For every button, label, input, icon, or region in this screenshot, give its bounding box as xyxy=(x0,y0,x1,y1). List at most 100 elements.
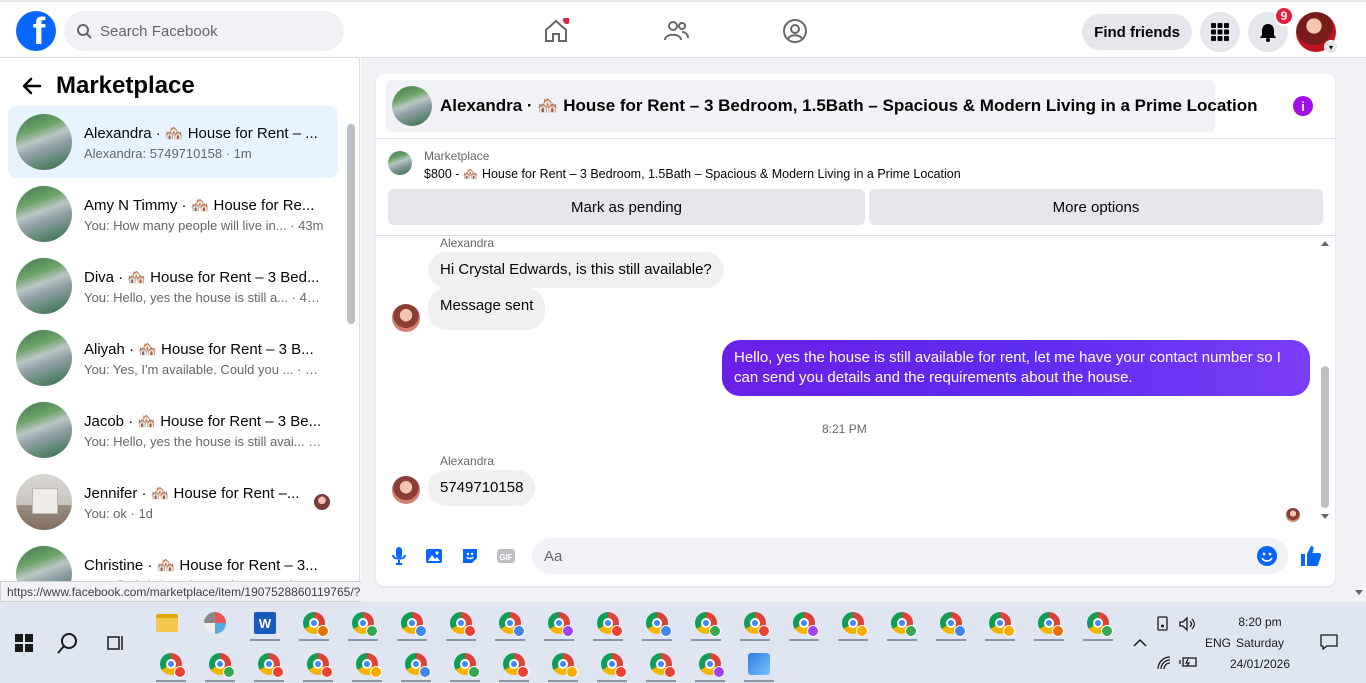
chat-title: Alexandra · 🏘️ House for Rent – 3 Bedroo… xyxy=(440,96,1258,115)
chrome-window-button[interactable] xyxy=(487,604,533,642)
chrome-window-button[interactable] xyxy=(781,604,827,642)
emoji-icon[interactable] xyxy=(1256,545,1278,567)
conversation-title: Jacob · 🏘️ House for Rent – 3 Be... xyxy=(84,412,322,430)
outgoing-message[interactable]: Hello, yes the house is still available … xyxy=(722,340,1310,396)
profile-badge-icon xyxy=(660,625,672,637)
home-icon[interactable] xyxy=(543,18,569,44)
search-input[interactable] xyxy=(100,22,320,40)
start-button[interactable] xyxy=(0,602,48,683)
scroll-up-icon[interactable] xyxy=(1321,240,1329,246)
tablet-mode-icon[interactable] xyxy=(1156,616,1170,632)
chrome-window-button[interactable] xyxy=(683,604,729,642)
profile-circle-icon[interactable] xyxy=(782,18,808,44)
conversation-title: Christine · 🏘️ House for Rent – 3... xyxy=(84,556,318,574)
gif-icon[interactable]: GIF xyxy=(496,546,516,566)
conversation-item[interactable]: Jacob · 🏘️ House for Rent – 3 Be... You: … xyxy=(8,394,338,466)
message-input[interactable] xyxy=(544,547,1224,565)
conversation-item[interactable]: Jennifer · 🏘️ House for Rent –... You: ok… xyxy=(8,466,338,538)
chrome-window-button[interactable] xyxy=(589,645,635,683)
sender-avatar[interactable] xyxy=(392,304,420,332)
chrome-window-button[interactable] xyxy=(291,604,337,642)
facebook-logo-icon[interactable]: f xyxy=(16,11,56,51)
top-navigation-bar: f Find friends 9 ▾ xyxy=(0,0,1366,58)
notifications-button[interactable]: 9 xyxy=(1248,6,1294,52)
incoming-message[interactable]: 5749710158 xyxy=(428,470,536,506)
back-arrow-icon[interactable] xyxy=(22,76,42,96)
chrome-window-button[interactable] xyxy=(1075,604,1121,642)
chrome-window-button[interactable] xyxy=(389,604,435,642)
friends-icon[interactable] xyxy=(663,18,689,44)
clock-date: 24/01/2026 xyxy=(1229,657,1291,671)
menu-button[interactable] xyxy=(1200,12,1240,52)
chevron-up-icon[interactable] xyxy=(1133,638,1147,648)
notification-center-icon[interactable] xyxy=(1320,634,1338,650)
chrome-window-button[interactable] xyxy=(687,645,733,683)
sidebar-scrollbar[interactable] xyxy=(347,124,355,324)
mark-as-pending-button[interactable]: Mark as pending xyxy=(388,189,865,225)
profile-badge-icon xyxy=(611,625,623,637)
sender-avatar[interactable] xyxy=(392,476,420,504)
wifi-icon[interactable] xyxy=(1157,656,1173,670)
notification-badge: 9 xyxy=(1274,6,1294,26)
search-box[interactable] xyxy=(64,11,344,51)
chrome-window-button[interactable] xyxy=(540,645,586,683)
seen-avatar xyxy=(314,494,330,510)
chat-header[interactable]: Alexandra · 🏘️ House for Rent – 3 Bedroo… xyxy=(386,80,1258,132)
profile-badge-icon xyxy=(709,625,721,637)
task-view-button[interactable] xyxy=(92,602,140,683)
microphone-icon[interactable] xyxy=(389,546,409,566)
incoming-message[interactable]: Message sent xyxy=(428,288,546,330)
chrome-window-button[interactable] xyxy=(830,604,876,642)
info-icon[interactable]: i xyxy=(1293,96,1313,116)
page-scroll-down-icon[interactable] xyxy=(1352,580,1366,602)
chrome-window-button[interactable] xyxy=(295,645,341,683)
conversation-item[interactable]: Amy N Timmy · 🏘️ House for Re... You: How… xyxy=(8,178,338,250)
chrome-icon xyxy=(646,612,672,637)
chat-scrollbar-thumb[interactable] xyxy=(1321,366,1329,508)
conversation-item[interactable]: Aliyah · 🏘️ House for Rent – 3 B... You: … xyxy=(8,322,338,394)
chrome-window-button[interactable] xyxy=(393,645,439,683)
sticker-icon[interactable] xyxy=(460,546,480,566)
chrome-window-button[interactable] xyxy=(148,645,194,683)
photos-button[interactable] xyxy=(736,645,782,683)
conversation-item[interactable]: Diva · 🏘️ House for Rent – 3 Bed... You: … xyxy=(8,250,338,322)
more-options-button[interactable]: More options xyxy=(869,189,1323,225)
conversation-text: Aliyah · 🏘️ House for Rent – 3 B... You: … xyxy=(84,340,324,377)
battery-icon[interactable] xyxy=(1179,656,1197,668)
chrome-window-button[interactable] xyxy=(634,604,680,642)
photo-icon[interactable] xyxy=(424,546,444,566)
chrome-window-button[interactable] xyxy=(438,604,484,642)
incoming-message[interactable]: Hi Crystal Edwards, is this still availa… xyxy=(428,252,724,288)
snipping-tool-button[interactable] xyxy=(192,604,238,642)
chrome-window-button[interactable] xyxy=(977,604,1023,642)
chat-scrollbar[interactable] xyxy=(1321,241,1329,524)
chrome-window-button[interactable] xyxy=(1026,604,1072,642)
message-input-box[interactable] xyxy=(532,538,1288,574)
thumbs-up-icon[interactable] xyxy=(1299,544,1323,568)
snipping-tool-icon xyxy=(204,612,226,634)
chrome-window-button[interactable] xyxy=(197,645,243,683)
taskbar-search-button[interactable] xyxy=(44,602,92,683)
chrome-window-button[interactable] xyxy=(442,645,488,683)
chrome-window-button[interactable] xyxy=(340,604,386,642)
find-friends-button[interactable]: Find friends xyxy=(1082,14,1192,50)
listing-price-title[interactable]: $800 - 🏘️ House for Rent – 3 Bedroom, 1.… xyxy=(424,167,961,182)
conversation-title: Jennifer · 🏘️ House for Rent –... xyxy=(84,484,300,502)
speaker-icon[interactable] xyxy=(1178,616,1196,632)
scroll-down-icon[interactable] xyxy=(1321,514,1329,520)
chrome-window-button[interactable] xyxy=(491,645,537,683)
file-explorer-button[interactable] xyxy=(144,604,190,642)
chrome-window-button[interactable] xyxy=(246,645,292,683)
chrome-window-button[interactable] xyxy=(536,604,582,642)
chrome-window-button[interactable] xyxy=(638,645,684,683)
chrome-window-button[interactable] xyxy=(928,604,974,642)
conversation-item[interactable]: Alexandra · 🏘️ House for Rent – ... Alexa… xyxy=(8,106,338,178)
chrome-window-button[interactable] xyxy=(585,604,631,642)
taskbar-clock[interactable]: 8:20 pm Saturday 24/01/2026 xyxy=(1226,612,1294,675)
conversation-item[interactable]: Christine · 🏘️ House for Rent – 3...You:… xyxy=(8,538,338,581)
chrome-window-button[interactable] xyxy=(879,604,925,642)
word-button[interactable]: W xyxy=(242,604,288,642)
chrome-window-button[interactable] xyxy=(344,645,390,683)
account-avatar[interactable]: ▾ xyxy=(1296,12,1338,54)
chrome-window-button[interactable] xyxy=(732,604,778,642)
